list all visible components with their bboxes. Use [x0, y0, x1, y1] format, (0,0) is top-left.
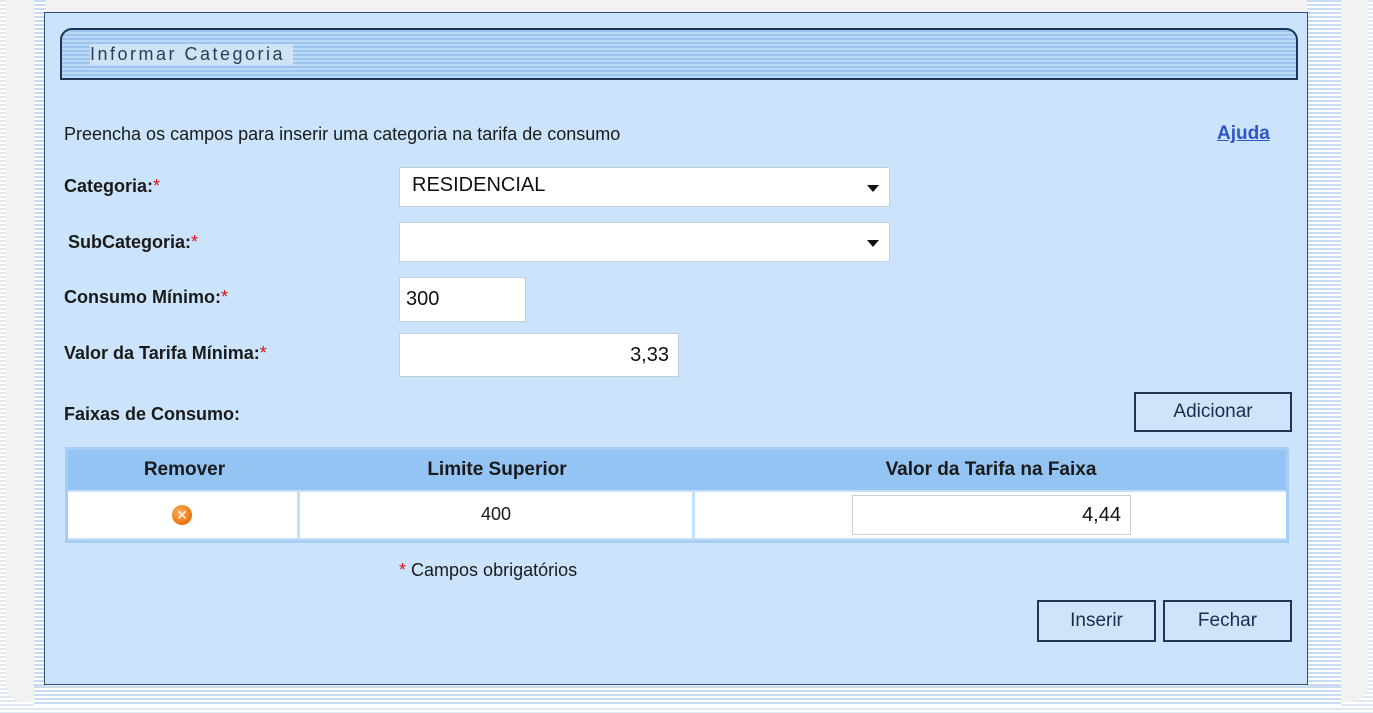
inserir-button[interactable]: Inserir	[1037, 600, 1156, 642]
table-cell-valor-tarifa: 4,44	[695, 492, 1286, 538]
consumo-minimo-input[interactable]: 300	[399, 277, 526, 322]
valor-tarifa-minima-value: 3,33	[630, 344, 669, 366]
required-marker: *	[153, 176, 161, 196]
table-cell-remover: ✕	[68, 492, 297, 538]
consumo-minimo-label-text: Consumo Mínimo:	[64, 287, 221, 307]
page-background: Informar Categoria Preencha os campos pa…	[0, 0, 1373, 713]
limite-superior-value: 400	[480, 504, 512, 524]
valor-tarifa-minima-label: Valor da Tarifa Mínima:*	[64, 343, 267, 364]
chevron-down-icon	[867, 240, 879, 247]
categoria-select-value: RESIDENCIAL	[412, 174, 546, 196]
subcategoria-label-text: SubCategoria:	[68, 232, 192, 252]
panel-title: Informar Categoria	[90, 44, 294, 65]
required-marker: *	[399, 560, 407, 580]
valor-tarifa-faixa-input[interactable]: 4,44	[852, 495, 1131, 535]
column-header-limite-superior: Limite Superior	[427, 459, 567, 480]
column-header-valor-tarifa: Valor da Tarifa na Faixa	[885, 459, 1097, 480]
subcategoria-select[interactable]	[399, 222, 890, 262]
categoria-label-text: Categoria:	[64, 176, 154, 196]
consumo-minimo-label: Consumo Mínimo:*	[64, 287, 228, 308]
instructions-text: Preencha os campos para inserir uma cate…	[64, 124, 621, 144]
fechar-button[interactable]: Fechar	[1163, 600, 1292, 642]
valor-tarifa-minima-input[interactable]: 3,33	[399, 333, 679, 377]
help-link[interactable]: Ajuda	[1217, 123, 1270, 145]
column-header-remover: Remover	[143, 459, 226, 480]
consumo-minimo-value: 300	[406, 288, 440, 310]
valor-tarifa-faixa-value: 4,44	[1082, 504, 1121, 526]
table-header: Remover Limite Superior Valor da Tarifa …	[68, 450, 1286, 490]
valor-tarifa-minima-label-text: Valor da Tarifa Mínima:	[64, 343, 260, 363]
table-cell-limite-superior: 400	[300, 492, 692, 538]
required-fields-note-text: Campos obrigatórios	[411, 560, 578, 580]
required-marker: *	[220, 287, 228, 307]
decorative-stripes-bottom	[34, 686, 1341, 706]
chevron-down-icon	[867, 185, 879, 192]
required-marker: *	[259, 343, 267, 363]
faixas-table: Remover Limite Superior Valor da Tarifa …	[65, 447, 1289, 543]
adicionar-button[interactable]: Adicionar	[1134, 392, 1292, 432]
required-marker: *	[191, 232, 199, 252]
required-fields-note: * Campos obrigatórios	[399, 560, 577, 581]
decorative-stripes-right	[1307, 0, 1341, 706]
faixas-consumo-label: Faixas de Consumo:	[64, 404, 241, 424]
categoria-select[interactable]: RESIDENCIAL	[399, 167, 890, 207]
remove-x-icon[interactable]: ✕	[172, 505, 192, 525]
subcategoria-label: SubCategoria:*	[68, 232, 198, 253]
categoria-label: Categoria:*	[64, 176, 160, 197]
